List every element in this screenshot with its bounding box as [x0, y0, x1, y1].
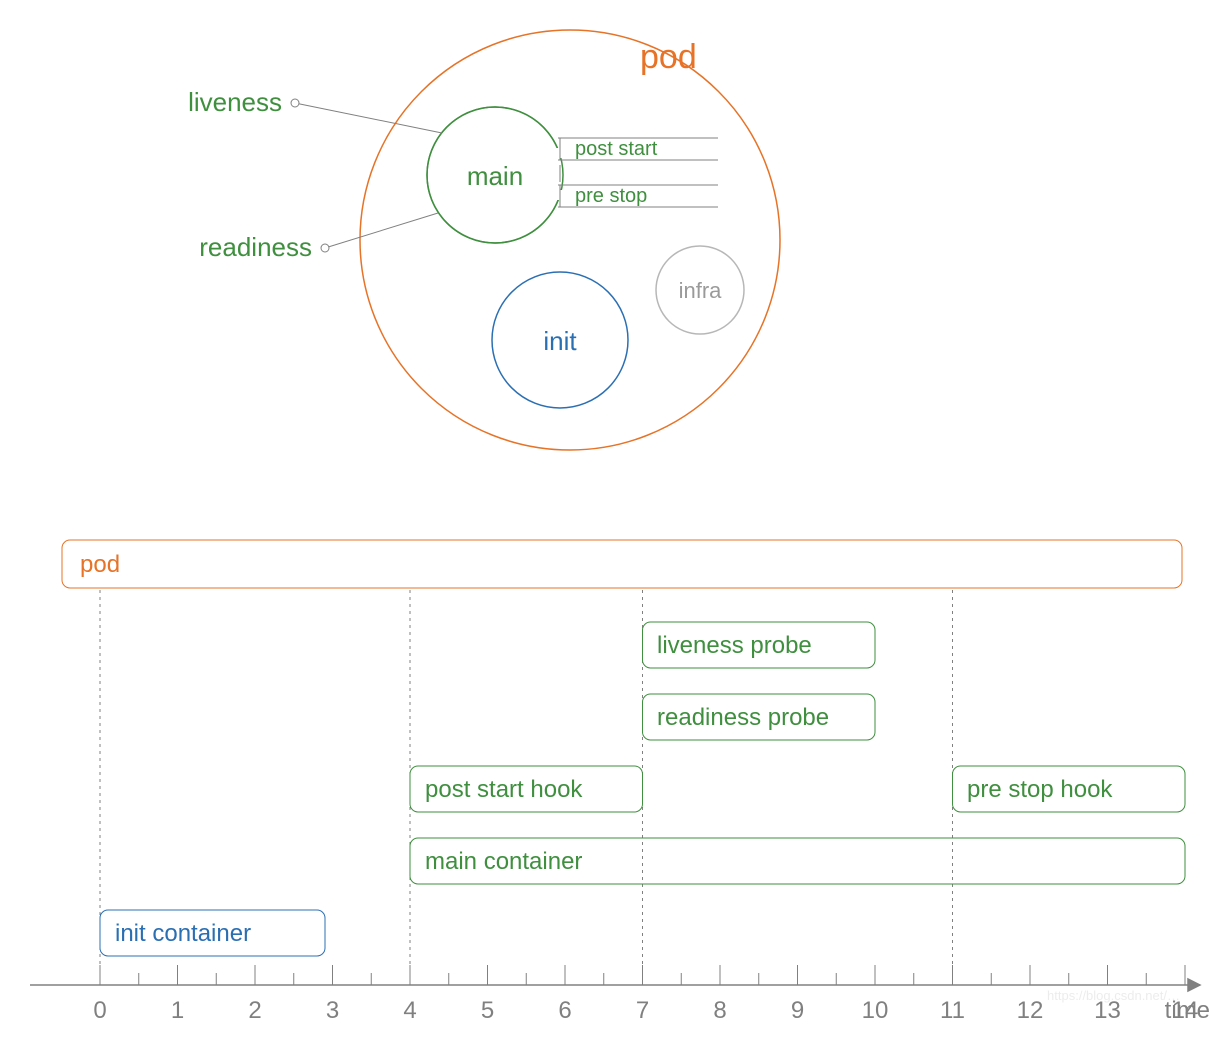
tick-4: 4 [403, 997, 416, 1024]
tick-1: 1 [171, 997, 184, 1024]
tick-2: 2 [248, 997, 261, 1024]
timeline-bar-liveness-label: liveness probe [657, 632, 812, 659]
tick-5: 5 [481, 997, 494, 1024]
tick-13: 13 [1094, 997, 1121, 1024]
timeline-bar-pod [62, 540, 1182, 588]
time-axis-ticks [100, 965, 1185, 985]
timeline-bar-pod-label: pod [80, 551, 120, 578]
post-start-label: post start [575, 138, 658, 160]
time-axis [30, 979, 1200, 991]
time-axis-tick-labels: 0 1 2 3 4 5 6 7 8 9 10 11 12 13 14 [93, 997, 1198, 1024]
timeline-bar-pre-stop-label: pre stop hook [967, 776, 1113, 803]
main-container-circle: main [427, 107, 574, 243]
pod-diagram: pod main post start pre st [188, 30, 780, 450]
tick-8: 8 [713, 997, 726, 1024]
tick-7: 7 [636, 997, 649, 1024]
liveness-connector [291, 99, 442, 133]
tick-11: 11 [940, 997, 965, 1024]
tick-3: 3 [326, 997, 339, 1024]
tick-0: 0 [93, 997, 106, 1024]
tick-12: 12 [1017, 997, 1044, 1024]
timeline-bar-main-container-label: main container [425, 848, 582, 875]
timeline-bar-init-container-label: init container [115, 920, 251, 947]
diagram-root: pod main post start pre st [0, 0, 1229, 1051]
readiness-connector [321, 213, 438, 252]
liveness-label: liveness [188, 87, 282, 117]
timeline-diagram: https://blog.csdn.net/… pod liveness pro… [30, 540, 1210, 1024]
pod-title: pod [640, 38, 697, 76]
timeline-bar-post-start-label: post start hook [425, 776, 583, 803]
main-label: main [467, 161, 523, 191]
tick-9: 9 [791, 997, 804, 1024]
pod-circle [360, 30, 780, 450]
readiness-label: readiness [199, 232, 312, 262]
tick-6: 6 [558, 997, 571, 1024]
init-label: init [543, 326, 577, 356]
pre-stop-label: pre stop [575, 185, 647, 207]
time-axis-label: time [1165, 997, 1210, 1024]
tick-10: 10 [862, 997, 889, 1024]
timeline-bar-readiness-label: readiness probe [657, 704, 829, 731]
infra-label: infra [679, 278, 723, 303]
